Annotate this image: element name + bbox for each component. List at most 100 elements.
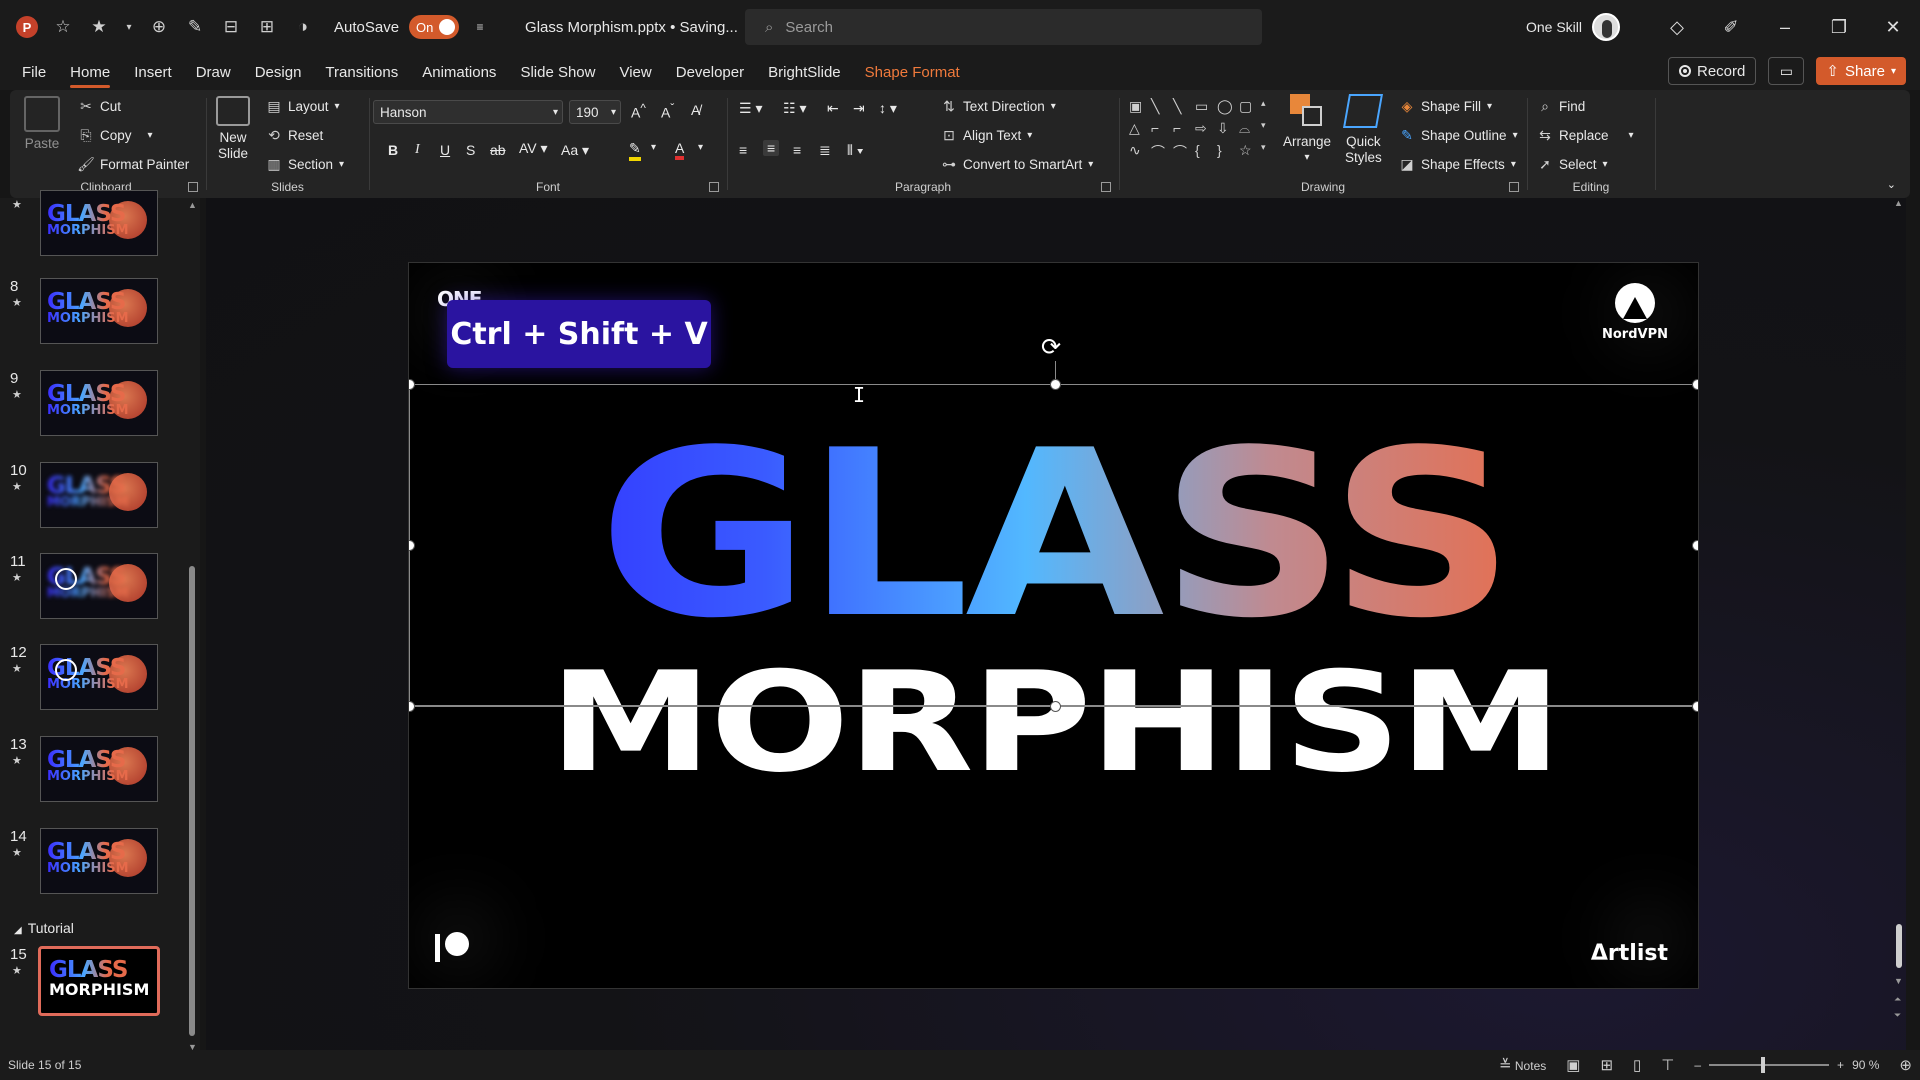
format-painter-button[interactable]: 🖌 Format Painter (77, 156, 189, 172)
down-arrow-shape-icon[interactable]: ⇩ (1217, 120, 1235, 139)
zoom-in-icon[interactable]: + (1837, 1058, 1844, 1072)
customize-toolbar-icon[interactable]: ≡ (469, 16, 491, 38)
shadow-icon[interactable]: S (466, 142, 475, 158)
increase-font-icon[interactable]: A^ (631, 102, 646, 121)
character-spacing-icon[interactable]: AV ▾ (519, 140, 548, 157)
restore-icon[interactable]: ❐ (1812, 0, 1866, 54)
brace-shape-icon[interactable]: { (1195, 142, 1213, 164)
collapse-ribbon-icon[interactable]: ⌄ (1887, 178, 1896, 191)
distribute-icon[interactable]: ⊟ (220, 16, 242, 38)
flowchart-shape-icon[interactable]: ⌓ (1239, 120, 1257, 139)
merge-shapes-icon[interactable]: ◑ (292, 16, 314, 38)
rounded-rect-shape-icon[interactable]: ▢ (1239, 98, 1257, 117)
reset-button[interactable]: ⟲ Reset (266, 127, 323, 143)
next-slide-icon[interactable]: ⏷ (1894, 1010, 1901, 1021)
minimize-icon[interactable]: – (1758, 0, 1812, 54)
tab-insert[interactable]: Insert (134, 54, 172, 90)
scroll-up-icon[interactable]: ▲ (1894, 198, 1903, 208)
justify-icon[interactable]: ≣ (819, 142, 831, 159)
font-launcher-icon[interactable] (709, 182, 719, 192)
tab-brightslide[interactable]: BrightSlide (768, 54, 841, 90)
normal-view-icon[interactable]: ▣ (1566, 1056, 1580, 1074)
change-case-icon[interactable]: Aa ▾ (561, 142, 589, 159)
scroll-up-icon[interactable]: ▴ (1261, 98, 1279, 117)
previous-slide-icon[interactable]: ⏶ (1894, 994, 1901, 1005)
thumbnail-row[interactable]: 11 ★ GLASS MORPHISM (0, 553, 200, 623)
chevron-down-icon[interactable]: ▾ (698, 142, 703, 153)
triangle-shape-icon[interactable]: △ (1129, 120, 1147, 139)
scroll-down-icon[interactable]: ▾ (1261, 120, 1279, 139)
scroll-down-icon[interactable]: ▼ (1894, 976, 1903, 986)
tab-file[interactable]: File (22, 54, 46, 90)
canvas-scrollbar[interactable]: ▲ ▼ ⏶ ⏷ (1892, 198, 1906, 1050)
thumbnail-row[interactable]: 13 ★ GLASS MORPHISM (0, 736, 200, 806)
thumbnail-row[interactable]: 9 ★ GLASS MORPHISM (0, 370, 200, 440)
diamond-icon[interactable]: ◇ (1650, 0, 1704, 54)
fit-to-window-icon[interactable]: ⊕ (1899, 1056, 1912, 1074)
decrease-font-icon[interactable]: Aˇ (661, 102, 674, 121)
shape-effects-button[interactable]: ◪ Shape Effects ▾ (1399, 156, 1515, 172)
font-color-icon[interactable]: A (675, 140, 685, 160)
close-icon[interactable]: ✕ (1866, 0, 1920, 54)
numbering-icon[interactable]: ☷ ▾ (783, 100, 806, 117)
connector-shape-icon[interactable]: ⌐ (1151, 120, 1169, 139)
slide-thumbnail[interactable]: GLASS MORPHISM (40, 462, 158, 528)
tab-home[interactable]: Home (70, 54, 111, 90)
tab-developer[interactable]: Developer (676, 54, 744, 90)
bold-icon[interactable]: B (388, 142, 398, 158)
autosave-toggle[interactable]: On (409, 15, 460, 39)
collapse-section-icon[interactable]: ◢ (14, 925, 22, 936)
thumbnail-row[interactable]: 12 ★ GLASS MORPHISM (0, 644, 200, 714)
align-text-button[interactable]: ⊡ Align Text ▾ (941, 127, 1032, 143)
tab-draw[interactable]: Draw (196, 54, 231, 90)
zoom-slider-thumb[interactable] (1761, 1057, 1766, 1073)
resize-handle[interactable] (1692, 379, 1698, 390)
italic-icon[interactable]: I (415, 142, 420, 158)
oval-shape-icon[interactable]: ◯ (1217, 98, 1235, 117)
tab-animations[interactable]: Animations (422, 54, 496, 90)
layout-button[interactable]: ▤ Layout ▾ (266, 98, 339, 114)
avatar[interactable] (1592, 13, 1620, 41)
scroll-up-icon[interactable]: ▲ (188, 200, 197, 210)
arc-shape-icon[interactable]: ⌒ (1173, 142, 1191, 164)
more-shapes-icon[interactable]: ▾ (1261, 142, 1279, 164)
user-name[interactable]: One Skill (1526, 19, 1582, 35)
thumbnail-row[interactable]: 10 ★ GLASS MORPHISM (0, 462, 200, 532)
slide-thumbnail-selected[interactable]: GLASS MORPHISM (38, 946, 160, 1016)
shape-outline-button[interactable]: ✎ Shape Outline ▾ (1399, 127, 1517, 143)
thumbnail-row[interactable]: 8 ★ GLASS MORPHISM (0, 278, 200, 348)
line-spacing-icon[interactable]: ↕ ▾ (879, 100, 897, 117)
quick-styles-button[interactable]: Quick Styles (1343, 94, 1384, 166)
arrow-shape-icon[interactable]: ⇨ (1195, 120, 1213, 139)
brace-shape-icon[interactable]: } (1217, 142, 1235, 164)
slide-thumbnail[interactable]: GLASS MORPHISM (40, 553, 158, 619)
tab-transitions[interactable]: Transitions (325, 54, 398, 90)
align-center-icon[interactable]: ≡ (763, 140, 780, 156)
cut-button[interactable]: ✂ Cut (78, 98, 121, 114)
paragraph-launcher-icon[interactable] (1101, 182, 1111, 192)
pen-settings-icon[interactable]: ✐ (1704, 0, 1758, 54)
pen-icon[interactable]: ✎ (184, 16, 206, 38)
slide-thumbnail[interactable]: GLASS MORPHISM (40, 736, 158, 802)
shapes-gallery[interactable]: ▣ ╲ ╲ ▭ ◯ ▢ ▴ △ ⌐ ⌐ ⇨ ⇩ ⌓ ▾ ∿ ⌒ ⌒{} ☆ ▾ (1129, 98, 1279, 164)
resize-handle[interactable] (1050, 701, 1061, 712)
slide-thumbnail[interactable]: GLASS MORPHISM (40, 370, 158, 436)
thumbnail-scrollbar[interactable]: ▲ ▼ (188, 200, 197, 1052)
share-button[interactable]: ⇧ Share ▾ (1816, 57, 1906, 85)
copy-button[interactable]: ⎘ Copy ▾ (78, 127, 152, 143)
comments-button[interactable]: ▭ (1768, 57, 1805, 85)
chevron-down-icon[interactable]: ▾ (124, 16, 134, 38)
clear-formatting-icon[interactable]: A̸ (691, 102, 700, 118)
search-input[interactable]: ⌕ Search (745, 9, 1262, 45)
star-icon[interactable]: ☆ (52, 16, 74, 38)
replace-button[interactable]: ⇆ Replace ▾ (1537, 127, 1633, 143)
rectangle-shape-icon[interactable]: ▭ (1195, 98, 1213, 117)
resize-handle[interactable] (1050, 379, 1061, 390)
section-header[interactable]: ◢ Tutorial (14, 920, 74, 936)
slide[interactable]: ONE Ctrl + Shift + V NordVPN GLASS MORPH… (408, 262, 1699, 989)
slide-thumbnail[interactable]: GLASS MORPHISM (40, 190, 158, 256)
strikethrough-icon[interactable]: ab (490, 142, 506, 158)
textbox-shape-icon[interactable]: ▣ (1129, 98, 1147, 117)
thumbnail-row-selected[interactable]: 15 ★ GLASS MORPHISM (0, 946, 200, 1016)
tab-shape-format[interactable]: Shape Format (865, 54, 960, 90)
